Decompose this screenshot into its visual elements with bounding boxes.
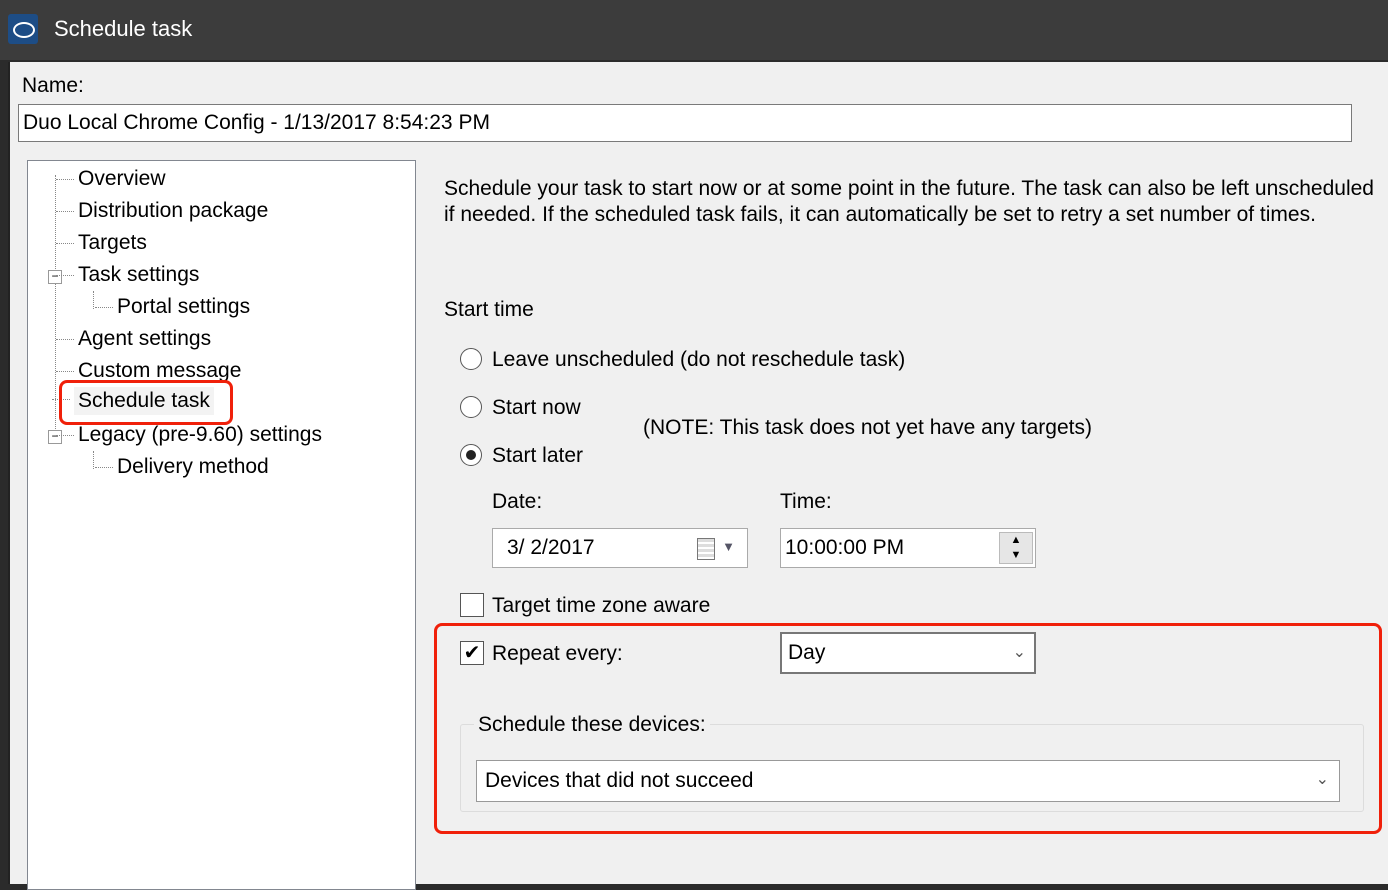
tree-item-legacy-settings[interactable]: Legacy (pre-9.60) settings bbox=[56, 423, 322, 447]
time-value: 10:00:00 PM bbox=[785, 536, 905, 559]
tree-item-overview[interactable]: Overview bbox=[56, 167, 166, 191]
date-picker[interactable]: 3/ 2/2017 ▼ bbox=[492, 528, 748, 568]
time-label: Time: bbox=[780, 490, 832, 513]
radio-start-now[interactable] bbox=[460, 396, 482, 418]
spin-down-icon[interactable]: ▼ bbox=[1011, 549, 1022, 561]
radio-label[interactable]: Leave unscheduled (do not reschedule tas… bbox=[492, 348, 905, 372]
tz-aware-checkbox[interactable] bbox=[460, 593, 484, 617]
spin-up-icon[interactable]: ▲ bbox=[1011, 534, 1022, 546]
radio-leave-unscheduled[interactable] bbox=[460, 348, 482, 370]
tree-item-agent-settings[interactable]: Agent settings bbox=[55, 327, 211, 351]
time-spinner[interactable]: ▲ ▼ bbox=[999, 532, 1033, 564]
start-time-label: Start time bbox=[444, 298, 534, 321]
dropdown-arrow-icon[interactable]: ▼ bbox=[722, 539, 735, 554]
radio-label[interactable]: Start now bbox=[492, 396, 581, 420]
highlight-box bbox=[59, 380, 233, 425]
tree-item-targets[interactable]: Targets bbox=[56, 231, 147, 255]
name-input[interactable]: Duo Local Chrome Config - 1/13/2017 8:54… bbox=[18, 104, 1352, 142]
collapse-icon[interactable]: − bbox=[48, 270, 62, 284]
note-text: (NOTE: This task does not yet have any t… bbox=[643, 416, 1092, 439]
radio-label[interactable]: Start later bbox=[492, 444, 583, 468]
window-title: Schedule task bbox=[54, 16, 193, 41]
date-value: 3/ 2/2017 bbox=[507, 536, 595, 559]
radio-start-later[interactable] bbox=[460, 444, 482, 466]
app-cloud-icon bbox=[8, 14, 38, 44]
name-label: Name: bbox=[22, 74, 84, 97]
navigation-tree[interactable]: − − Overview Distribution package Target… bbox=[27, 160, 416, 890]
calendar-icon[interactable] bbox=[697, 538, 715, 560]
tree-item-delivery-method[interactable]: Delivery method bbox=[95, 455, 269, 479]
tz-aware-label[interactable]: Target time zone aware bbox=[492, 594, 710, 618]
description-text: Schedule your task to start now or at so… bbox=[444, 177, 1374, 226]
highlight-box bbox=[434, 623, 1382, 834]
title-bar: Schedule task bbox=[0, 0, 1388, 60]
tree-item-distribution-package[interactable]: Distribution package bbox=[55, 199, 268, 223]
collapse-icon[interactable]: − bbox=[48, 430, 62, 444]
date-label: Date: bbox=[492, 490, 543, 513]
tree-item-portal-settings[interactable]: Portal settings bbox=[94, 295, 250, 319]
dialog-body: Name: Duo Local Chrome Config - 1/13/201… bbox=[8, 62, 1388, 890]
tree-item-task-settings[interactable]: Task settings bbox=[55, 263, 199, 287]
time-input[interactable]: 10:00:00 PM ▲ ▼ bbox=[780, 528, 1036, 568]
